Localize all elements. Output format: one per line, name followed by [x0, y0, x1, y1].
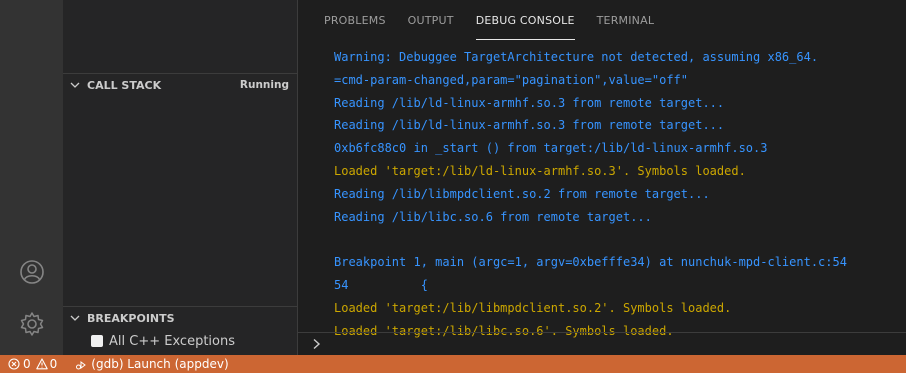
accounts-icon[interactable]	[18, 258, 46, 286]
console-line: Loaded 'target:/lib/ld-linux-armhf.so.3'…	[334, 163, 746, 178]
settings-gear-icon[interactable]	[18, 310, 46, 338]
breakpoint-checkbox[interactable]	[91, 335, 103, 347]
status-bar: 0 0 (gdb) Launch (appdev)	[0, 355, 906, 373]
panel-tabs: PROBLEMS OUTPUT DEBUG CONSOLE TERMINAL	[324, 0, 676, 40]
call-stack-header[interactable]: CALL STACK Running	[63, 74, 297, 96]
error-count: 0	[23, 357, 31, 371]
tab-problems[interactable]: PROBLEMS	[324, 0, 386, 40]
console-line: Reading /lib/libc.so.6 from remote targe…	[334, 209, 652, 224]
error-icon	[8, 358, 20, 370]
debug-launch-icon	[75, 358, 88, 371]
problems-status[interactable]: 0 0	[8, 357, 57, 371]
tab-debug-console[interactable]: DEBUG CONSOLE	[475, 2, 575, 40]
warning-count: 0	[49, 357, 58, 371]
warning-icon	[35, 358, 48, 370]
activity-bar	[0, 0, 63, 355]
call-stack-title: CALL STACK	[87, 78, 162, 92]
debug-console-output: Warning: Debuggee TargetArchitecture not…	[334, 46, 904, 342]
console-line: Loaded 'target:/lib/libmpdclient.so.2'. …	[334, 300, 732, 315]
debug-launch-status[interactable]: (gdb) Launch (appdev)	[75, 357, 229, 371]
bottom-panel: PROBLEMS OUTPUT DEBUG CONSOLE TERMINAL W…	[298, 0, 906, 355]
breakpoint-label: All C++ Exceptions	[109, 333, 235, 349]
debug-config-label: (gdb) Launch (appdev)	[91, 357, 229, 371]
breakpoint-item[interactable]: All C++ Exceptions	[91, 331, 235, 351]
tab-output[interactable]: OUTPUT	[408, 0, 454, 40]
console-line: 54 {	[334, 277, 428, 292]
console-line: 0xb6fc88c0 in _start () from target:/lib…	[334, 141, 768, 156]
console-line: Breakpoint 1, main (argc=1, argv=0xbefff…	[334, 255, 847, 270]
console-line: Warning: Debuggee TargetArchitecture not…	[334, 50, 819, 64]
console-input[interactable]	[298, 332, 906, 355]
console-line: Reading /lib/libmpdclient.so.2 from remo…	[334, 186, 710, 201]
debug-status-label: Running	[239, 79, 289, 91]
chevron-right-icon	[312, 335, 322, 354]
console-line: Reading /lib/ld-linux-armhf.so.3 from re…	[334, 118, 725, 133]
tab-terminal[interactable]: TERMINAL	[597, 0, 655, 40]
console-line: Reading /lib/ld-linux-armhf.so.3 from re…	[334, 95, 725, 110]
chevron-down-icon	[69, 79, 83, 91]
debug-sidebar: CALL STACK Running BREAKPOINTS All C++ E…	[63, 0, 297, 355]
breakpoints-title: BREAKPOINTS	[87, 311, 175, 325]
chevron-down-icon	[69, 312, 83, 324]
console-line: =cmd-param-changed,param="pagination",va…	[334, 72, 689, 87]
breakpoints-header[interactable]: BREAKPOINTS	[63, 307, 297, 329]
